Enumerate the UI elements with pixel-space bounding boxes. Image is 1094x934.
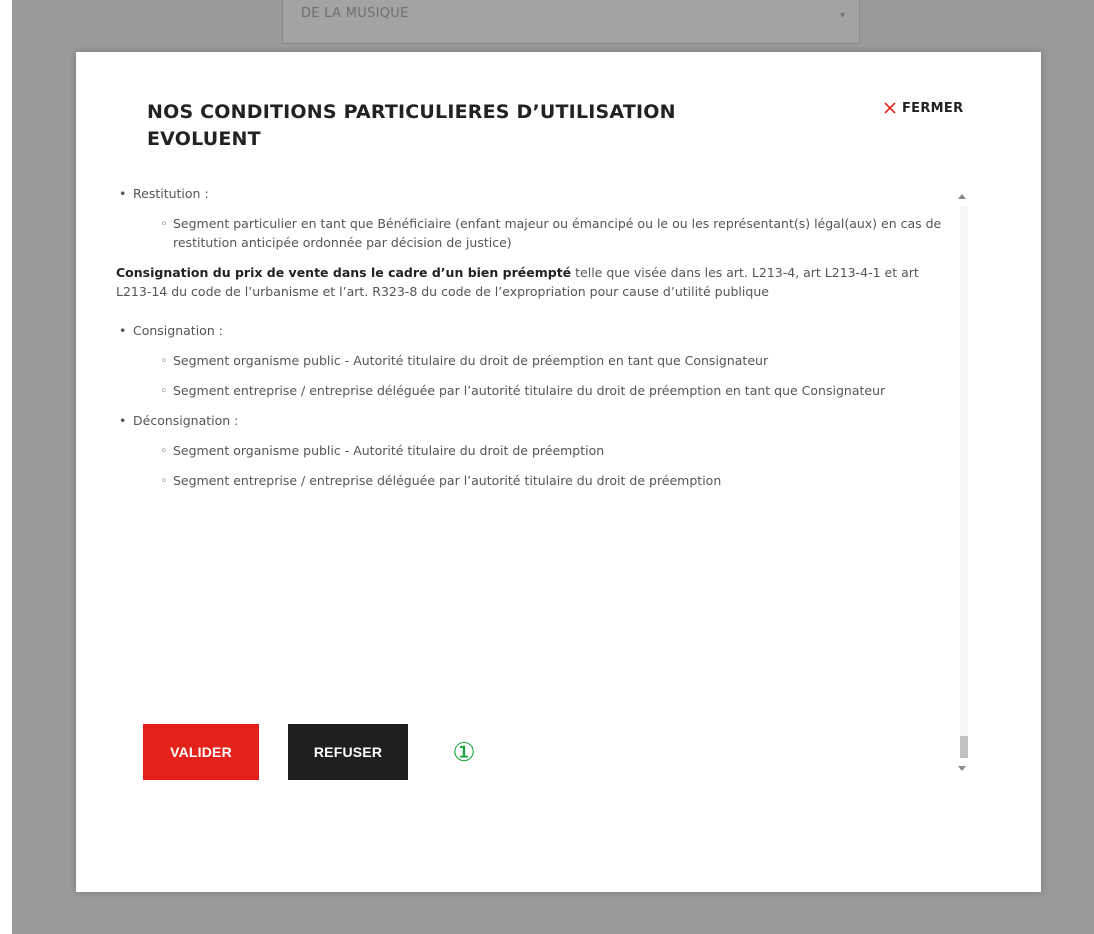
list-item: Segment particulier en tant que Bénéfici… [116,214,956,252]
background-select: DE LA MUSIQUE ▾ [282,0,860,44]
list-item: Restitution : [116,184,956,203]
chevron-down-icon: ▾ [839,10,845,21]
list-item: Déconsignation : [116,411,956,430]
terms-modal: NOS CONDITIONS PARTICULIERES D’UTILISATI… [76,52,1041,892]
content-scrollbar[interactable] [952,184,976,774]
list-item: Segment organisme public - Autorité titu… [116,441,956,460]
consignation-label: Consignation : [133,323,223,338]
refuse-button[interactable]: REFUSER [288,724,408,780]
terms-content[interactable]: Restitution : Segment particulier en tan… [116,184,956,624]
list-item: Segment entreprise / entreprise déléguée… [116,471,956,490]
deconsignation-item-text: Segment organisme public - Autorité titu… [173,443,605,458]
consignation-item-text: Segment organisme public - Autorité titu… [173,353,769,368]
list-item: Consignation : [116,321,956,340]
deconsignation-item-text: Segment entreprise / entreprise déléguée… [173,473,722,488]
modal-title: NOS CONDITIONS PARTICULIERES D’UTILISATI… [147,101,676,150]
list-item: Segment entreprise / entreprise déléguée… [116,381,956,400]
scroll-thumb[interactable] [960,736,968,758]
deconsignation-label: Déconsignation : [133,413,239,428]
list-item: Segment organisme public - Autorité titu… [116,351,956,370]
consignation-item-text: Segment entreprise / entreprise déléguée… [173,383,886,398]
background-select-value: DE LA MUSIQUE [301,6,409,21]
close-button[interactable]: FERMER [882,98,963,118]
scroll-track[interactable] [960,206,968,746]
restitution-label: Restitution : [133,186,209,201]
chevron-down-icon[interactable] [958,766,966,771]
annotation-marker: ① [452,738,476,768]
close-icon [884,102,896,114]
consignation-paragraph: Consignation du prix de vente dans le ca… [116,263,956,301]
close-label: FERMER [902,100,964,116]
validate-button[interactable]: VALIDER [143,724,259,780]
restitution-item-text: Segment particulier en tant que Bénéfici… [173,216,942,250]
chevron-up-icon[interactable] [958,194,966,199]
paragraph-bold: Consignation du prix de vente dans le ca… [116,265,572,280]
